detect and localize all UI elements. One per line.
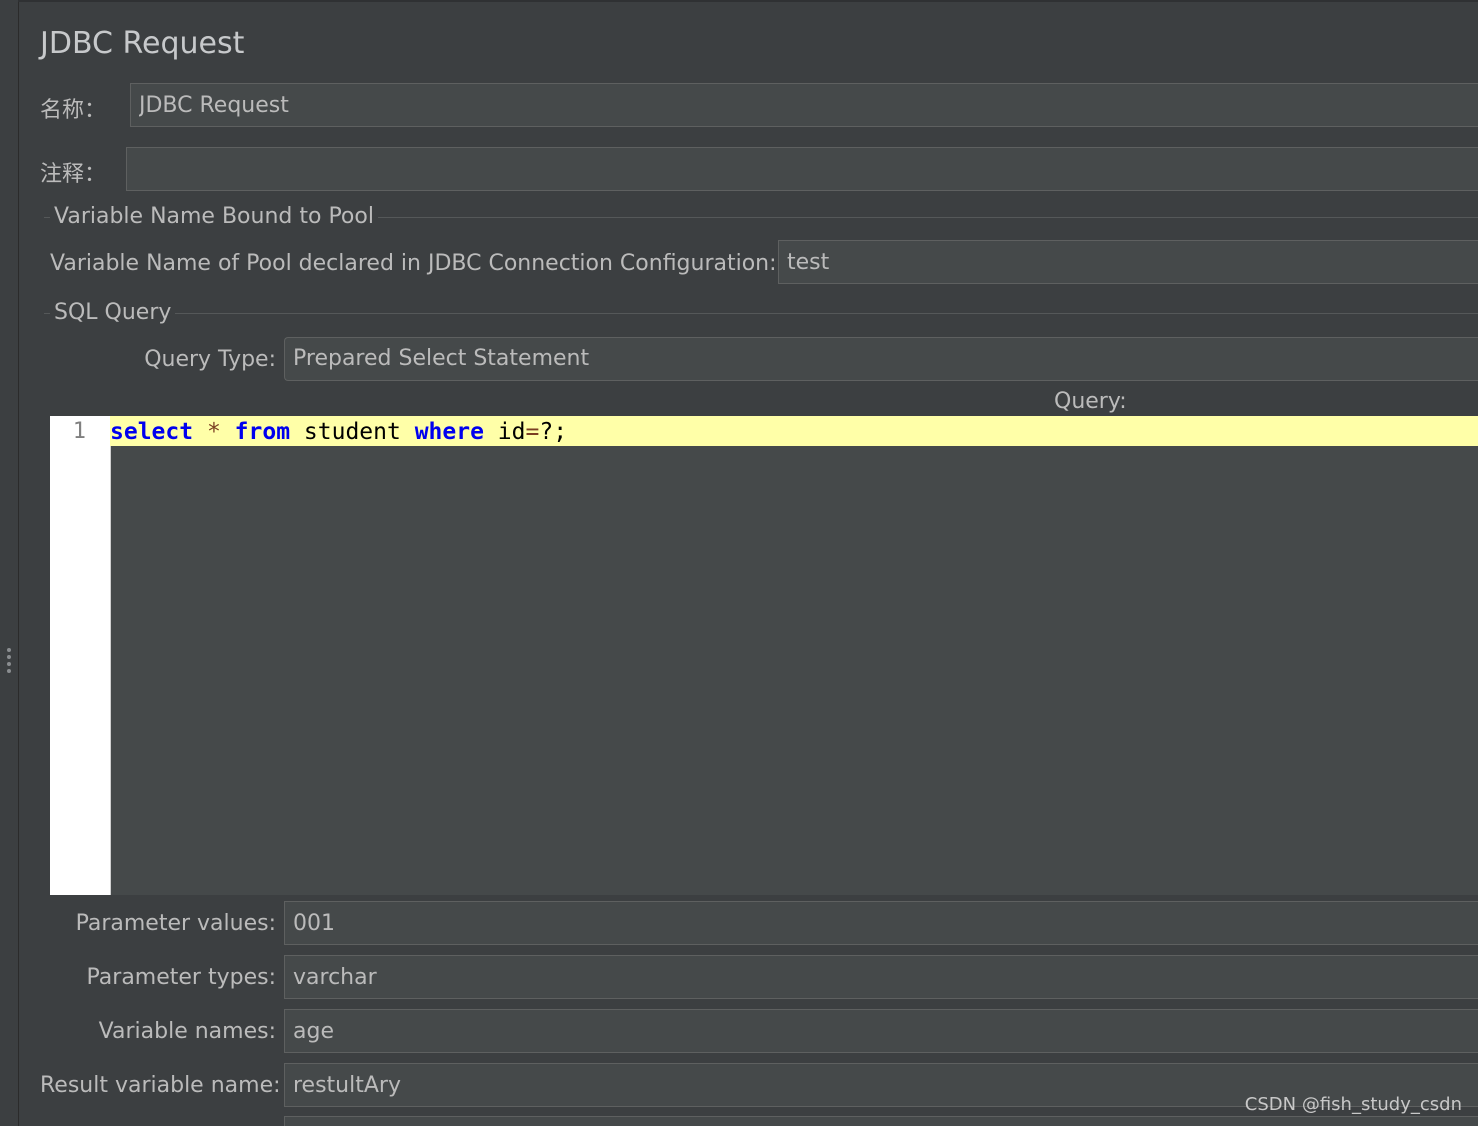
pool-group-title: Variable Name Bound to Pool — [50, 204, 378, 229]
pool-label: Variable Name of Pool declared in JDBC C… — [50, 251, 777, 276]
query-type-label: Query Type: — [144, 347, 276, 372]
pool-name-field[interactable] — [778, 240, 1478, 284]
name-label: 名称： — [40, 98, 107, 123]
panel-title: JDBC Request — [40, 26, 245, 61]
code-placeholder: ?; — [539, 419, 568, 445]
variable-names-field[interactable] — [284, 1009, 1478, 1053]
code-line[interactable]: select * from student where id=?; — [110, 419, 567, 445]
query-label: Query: — [1054, 389, 1127, 414]
comment-label: 注释： — [40, 162, 107, 187]
operator-star: * — [206, 419, 221, 445]
keyword-select: select — [110, 419, 194, 445]
splitter-grip-icon[interactable] — [6, 648, 12, 674]
query-type-select[interactable]: Prepared Select Statement — [284, 337, 1478, 381]
parameter-values-label: Parameter values: — [75, 911, 276, 936]
line-number: 1 — [72, 419, 86, 444]
watermark: CSDN @fish_study_csdn — [1244, 1094, 1462, 1115]
parameter-values-field[interactable] — [284, 901, 1478, 945]
sql-group-border — [44, 313, 1478, 314]
line-number-gutter: 1 — [50, 416, 111, 895]
jdbc-request-panel: JDBC Request 名称： 注释： Variable Name Bound… — [0, 0, 1478, 1126]
variable-names-label: Variable names: — [98, 1019, 276, 1044]
next-field-partial[interactable] — [284, 1116, 1478, 1126]
parameter-types-field[interactable] — [284, 955, 1478, 999]
query-editor[interactable]: 1 select * from student where id=?; — [50, 416, 1478, 895]
parameter-types-label: Parameter types: — [86, 965, 276, 990]
name-field[interactable] — [130, 83, 1478, 127]
identifier-id: id — [483, 419, 526, 445]
keyword-where: where — [414, 419, 484, 445]
top-divider — [18, 0, 1478, 2]
left-splitter[interactable] — [0, 0, 19, 1126]
sql-group-title: SQL Query — [50, 300, 176, 325]
keyword-from: from — [234, 419, 291, 445]
result-variable-label: Result variable name: — [40, 1073, 281, 1098]
identifier-student: student — [290, 419, 415, 445]
operator-equals: = — [525, 419, 540, 445]
comment-field[interactable] — [126, 147, 1478, 191]
